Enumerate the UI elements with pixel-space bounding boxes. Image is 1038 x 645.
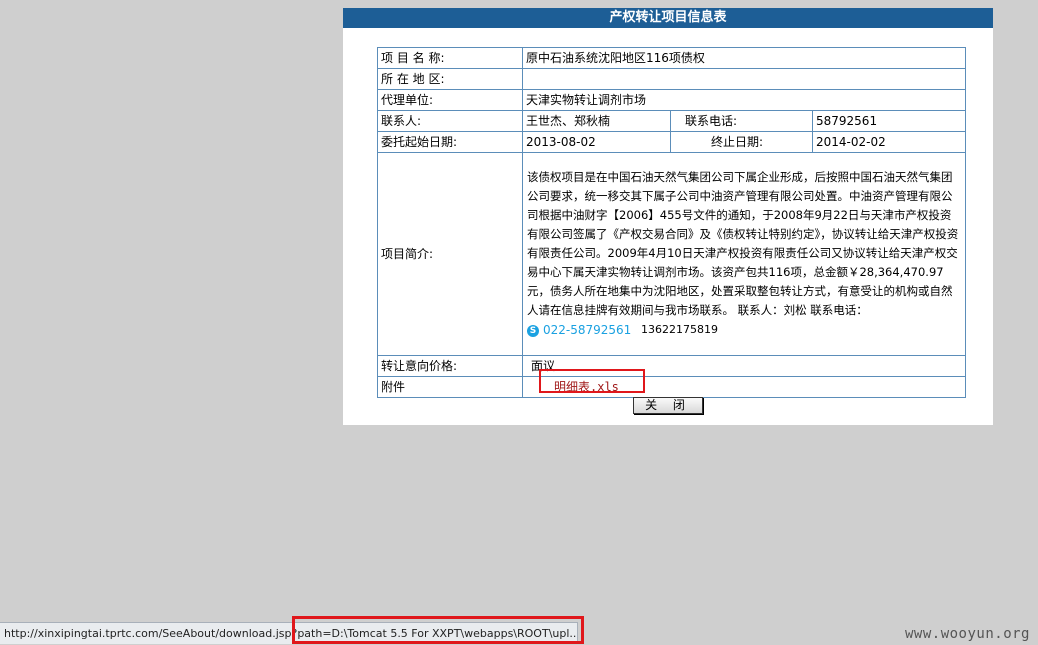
price-value: 面议 bbox=[521, 355, 967, 377]
close-button[interactable]: 关 闭 bbox=[633, 397, 703, 414]
attachment-label: 附件 bbox=[377, 376, 523, 398]
intro-label: 项目简介: bbox=[377, 152, 523, 356]
contact-value: 王世杰、郑秋楠 bbox=[522, 110, 671, 132]
project-info-table: 项 目 名 称: 原中石油系统沈阳地区116项债权 所 在 地 区: 代理单位:… bbox=[377, 47, 967, 398]
attachment-download-link[interactable]: 明细表.xls bbox=[554, 380, 619, 394]
attachment-value: 明细表.xls bbox=[521, 376, 967, 398]
row-price: 转让意向价格: 面议 bbox=[377, 355, 967, 377]
location-label: 所 在 地 区: bbox=[377, 68, 523, 90]
project-info-panel: 产权转让项目信息表 项 目 名 称: 原中石油系统沈阳地区116项债权 所 在 … bbox=[343, 8, 993, 425]
browser-status-bar: http://xinxipingtai.tprtc.com/SeeAbout/d… bbox=[0, 622, 578, 644]
phone-value: 58792561 bbox=[811, 110, 967, 132]
skype-call-link[interactable]: S 022-58792561 bbox=[527, 321, 631, 340]
contact-label: 联系人: bbox=[377, 110, 523, 132]
intro-text: 该债权项目是在中国石油天然气集团公司下属企业形成，后按照中国石油天然气集团公司要… bbox=[527, 169, 959, 317]
phone-label: 联系电话: bbox=[670, 110, 813, 132]
skype-number: 022-58792561 bbox=[543, 323, 632, 338]
end-date-label: 终止日期: bbox=[670, 131, 813, 153]
start-date-label: 委托起始日期: bbox=[377, 131, 523, 153]
start-date-value: 2013-08-02 bbox=[522, 131, 671, 153]
agency-label: 代理单位: bbox=[377, 89, 523, 111]
intro-value: 该债权项目是在中国石油天然气集团公司下属企业形成，后按照中国石油天然气集团公司要… bbox=[521, 152, 967, 356]
price-label: 转让意向价格: bbox=[377, 355, 523, 377]
row-project-name: 项 目 名 称: 原中石油系统沈阳地区116项债权 bbox=[377, 47, 967, 69]
end-date-value: 2014-02-02 bbox=[811, 131, 967, 153]
intro-mobile: 13622175819 bbox=[640, 322, 718, 336]
location-value bbox=[521, 68, 967, 90]
row-dates: 委托起始日期: 2013-08-02 终止日期: 2014-02-02 bbox=[377, 131, 967, 153]
row-location: 所 在 地 区: bbox=[377, 68, 967, 90]
agency-value: 天津实物转让调剂市场 bbox=[521, 89, 967, 111]
watermark: www.wooyun.org bbox=[904, 626, 1030, 642]
row-contact: 联系人: 王世杰、郑秋楠 联系电话: 58792561 bbox=[377, 110, 967, 132]
row-agency: 代理单位: 天津实物转让调剂市场 bbox=[377, 89, 967, 111]
project-name-value: 原中石油系统沈阳地区116项债权 bbox=[521, 47, 967, 69]
skype-icon: S bbox=[527, 324, 539, 337]
row-attachment: 附件 明细表.xls bbox=[377, 376, 967, 398]
project-name-label: 项 目 名 称: bbox=[377, 47, 523, 69]
row-intro: 项目简介: 该债权项目是在中国石油天然气集团公司下属企业形成，后按照中国石油天然… bbox=[377, 152, 967, 356]
panel-title: 产权转让项目信息表 bbox=[343, 8, 993, 28]
